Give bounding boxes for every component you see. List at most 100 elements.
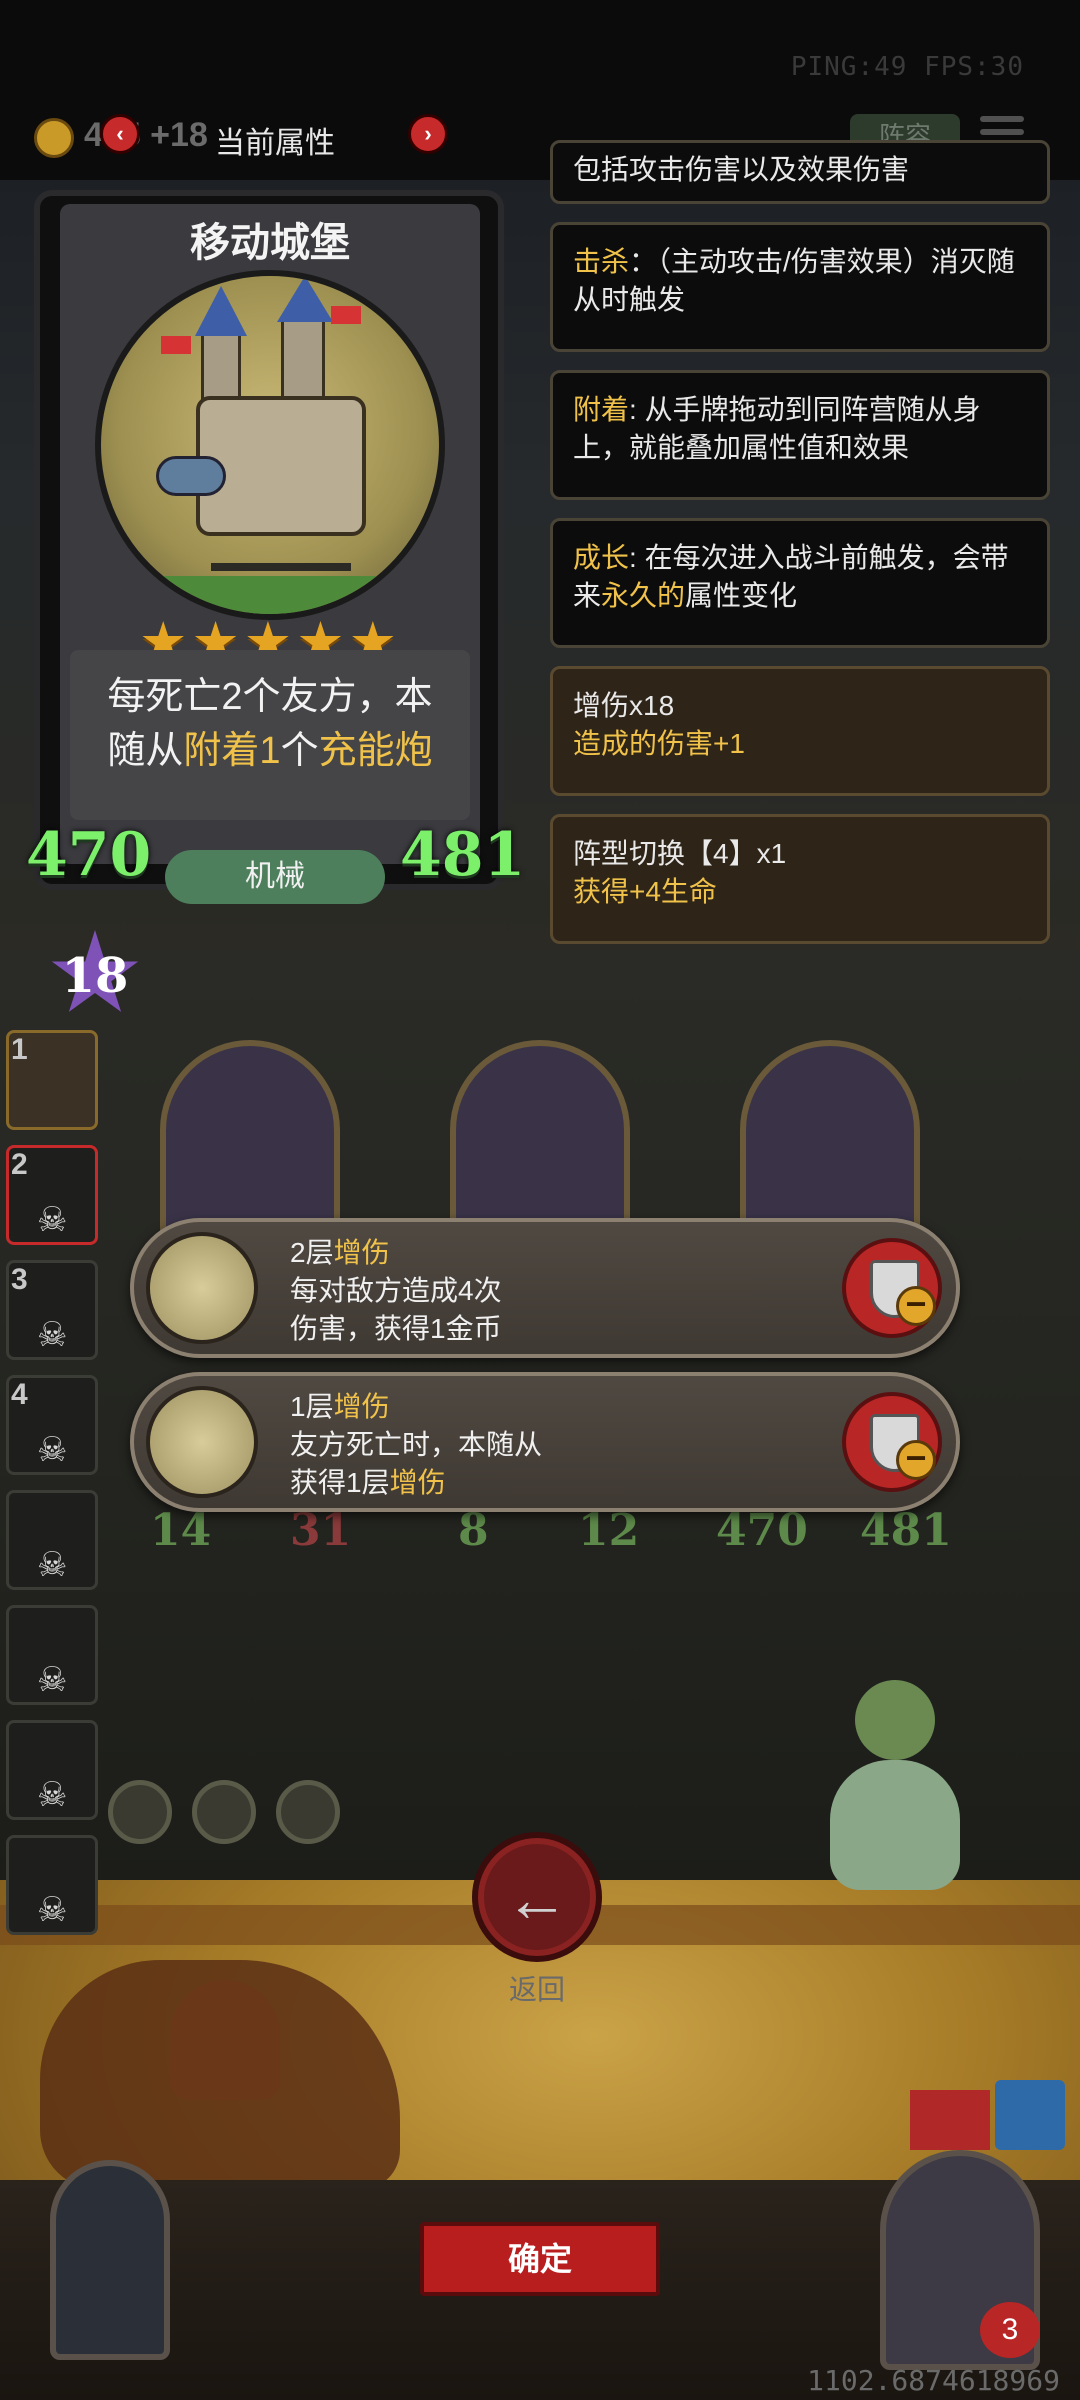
effect-title: 阵型切换【4】x1 (573, 838, 787, 869)
keyword-name: 成长 (573, 542, 630, 573)
character-dress (830, 1760, 960, 1890)
tower-roof-left (195, 286, 247, 336)
desc-text-1: 每死亡2个友方，本 (107, 676, 433, 718)
effect-panel-damage-up: 增伤x18 造成的伤害+1 (550, 666, 1050, 796)
desc-highlight-cannon: 充能炮 (318, 730, 433, 772)
board-unit-2-attack: 8 (458, 1505, 489, 1556)
buff-line: 友方死亡时，本随从 (290, 1429, 543, 1460)
unit-card: 移动城堡 ★★★★★ 每死亡2个友方，本 随从附着1个充能炮 470 机械 48… (26, 190, 525, 910)
equipment-slot[interactable] (192, 1780, 256, 1844)
sidebar-slot-3[interactable]: 3 ☠ (6, 1260, 98, 1360)
slot-number: 2 (11, 1148, 28, 1181)
gold-coin-icon (34, 118, 74, 158)
toy-block-blue (995, 2080, 1065, 2150)
back-label[interactable]: 返回 (472, 1968, 602, 2008)
keyword-highlight: 永久的 (601, 580, 686, 611)
effect-detail: 获得+4生命 (573, 876, 717, 907)
keyword-panel-growth: 成长: 在每次进入战斗前触发，会带来永久的属性变化 (550, 518, 1050, 648)
slot-number: 4 (11, 1378, 28, 1411)
buff-highlight: 增伤 (389, 1467, 446, 1498)
slingshot-icon (146, 1386, 258, 1498)
card-description: 每死亡2个友方，本 随从附着1个充能炮 (70, 650, 470, 820)
effect-title: 增伤x18 (573, 690, 675, 721)
keyword-text: ：（主动攻击/伤害效果）消灭随从时触发 (573, 246, 1015, 315)
level-number: 18 (61, 948, 129, 1004)
slot-number: 3 (11, 1263, 28, 1296)
sidebar-slot-1[interactable]: 1 (6, 1030, 98, 1130)
prev-attribute-button[interactable]: ‹ (100, 114, 140, 154)
remove-buff-button[interactable]: − (842, 1238, 942, 1338)
board-unit-3[interactable] (740, 1040, 920, 1240)
shopkeeper-character (820, 1680, 970, 1940)
buff-level: 2层 (290, 1237, 334, 1268)
buff-name: 增伤 (333, 1237, 390, 1268)
skull-icon: ☠ (37, 1431, 68, 1469)
chevron-left-icon: ‹ (116, 121, 124, 146)
rocking-horse-head (170, 1980, 280, 2100)
board-unit-1[interactable] (160, 1040, 340, 1240)
board-unit-1-health: 31 (290, 1505, 352, 1556)
desc-text-2: 随从 (107, 730, 184, 772)
keyword-panel-kill: 击杀：（主动攻击/伤害效果）消灭随从时触发 (550, 222, 1050, 352)
lives-badge: 3 (980, 2302, 1040, 2358)
level-badge: 18 (50, 930, 140, 1020)
buff-item: 1层增伤 友方死亡时，本随从 获得1层增伤 − (130, 1372, 960, 1512)
skull-icon: ☠ (37, 1201, 68, 1239)
attack-value: 470 (26, 820, 152, 890)
attribute-panel-title: 当前属性 (215, 127, 335, 160)
buff-description: 1层增伤 友方死亡时，本随从 获得1层增伤 (290, 1388, 542, 1502)
cannon-icon (156, 456, 226, 496)
skull-icon: ☠ (37, 1891, 68, 1929)
sidebar-slot-7[interactable]: ☠ (6, 1720, 98, 1820)
skull-icon: ☠ (37, 1661, 68, 1699)
skull-icon: ☠ (37, 1776, 68, 1814)
buff-level: 1层 (290, 1391, 334, 1422)
toy-block-red (910, 2090, 990, 2150)
buff-description: 2层增伤 每对敌方造成4次 伤害，获得1金币 (290, 1234, 502, 1348)
board-unit-3-health: 481 (860, 1505, 952, 1556)
equipment-slot[interactable] (108, 1780, 172, 1844)
tribe-label: 机械 (165, 850, 385, 904)
sidebar-slot-6[interactable]: ☠ (6, 1605, 98, 1705)
slot-number: 1 (11, 1033, 28, 1066)
effect-detail: 造成的伤害+1 (573, 728, 745, 759)
equipment-slot[interactable] (276, 1780, 340, 1844)
buff-line: 每对敌方造成4次 (290, 1275, 502, 1306)
remove-buff-button[interactable]: − (842, 1392, 942, 1492)
player-portrait-frame[interactable] (50, 2160, 170, 2360)
effect-panel-formation: 阵型切换【4】x1 获得+4生命 (550, 814, 1050, 944)
board-unit-2[interactable] (450, 1040, 630, 1240)
flag-icon (331, 306, 361, 324)
keyword-text: : 从手牌拖动到同阵营随从身上，就能叠加属性值和效果 (573, 394, 981, 463)
tower-roof-right (277, 276, 333, 322)
health-value: 481 (400, 820, 526, 890)
desc-highlight-attach: 附着1 (183, 730, 281, 772)
keyword-text: 属性变化 (685, 580, 798, 611)
minus-icon: − (896, 1440, 936, 1480)
sidebar-slot-8[interactable]: ☠ (6, 1835, 98, 1935)
desc-text-3: 个 (280, 730, 319, 772)
keyword-name: 附着 (573, 394, 630, 425)
minus-icon: − (896, 1286, 936, 1326)
castle-icon (146, 1232, 258, 1344)
castle-tower-right (281, 316, 325, 406)
buff-line: 获得1层 (290, 1467, 390, 1498)
next-attribute-button[interactable]: › (408, 114, 448, 154)
chevron-right-icon: › (424, 121, 432, 146)
flag-icon (161, 336, 191, 354)
sidebar-slot-5[interactable]: ☠ (6, 1490, 98, 1590)
skull-icon: ☠ (37, 1316, 68, 1354)
buff-line: 伤害，获得1金币 (290, 1313, 502, 1344)
sidebar-slot-4[interactable]: 4 ☠ (6, 1375, 98, 1475)
card-name: 移动城堡 (190, 221, 350, 265)
moving-castle-portrait (95, 270, 445, 620)
board-unit-2-health: 12 (578, 1505, 640, 1556)
back-button[interactable]: ← (472, 1832, 602, 1962)
arrow-left-icon: ← (505, 1863, 569, 1935)
keyword-text: 包括攻击伤害以及效果伤害 (573, 154, 910, 185)
buff-name: 增伤 (333, 1391, 390, 1422)
character-head (855, 1680, 935, 1760)
sidebar-slot-2[interactable]: 2 ☠ (6, 1145, 98, 1245)
confirm-button[interactable]: 确定 (420, 2222, 660, 2296)
board-unit-3-attack: 470 (716, 1505, 808, 1556)
